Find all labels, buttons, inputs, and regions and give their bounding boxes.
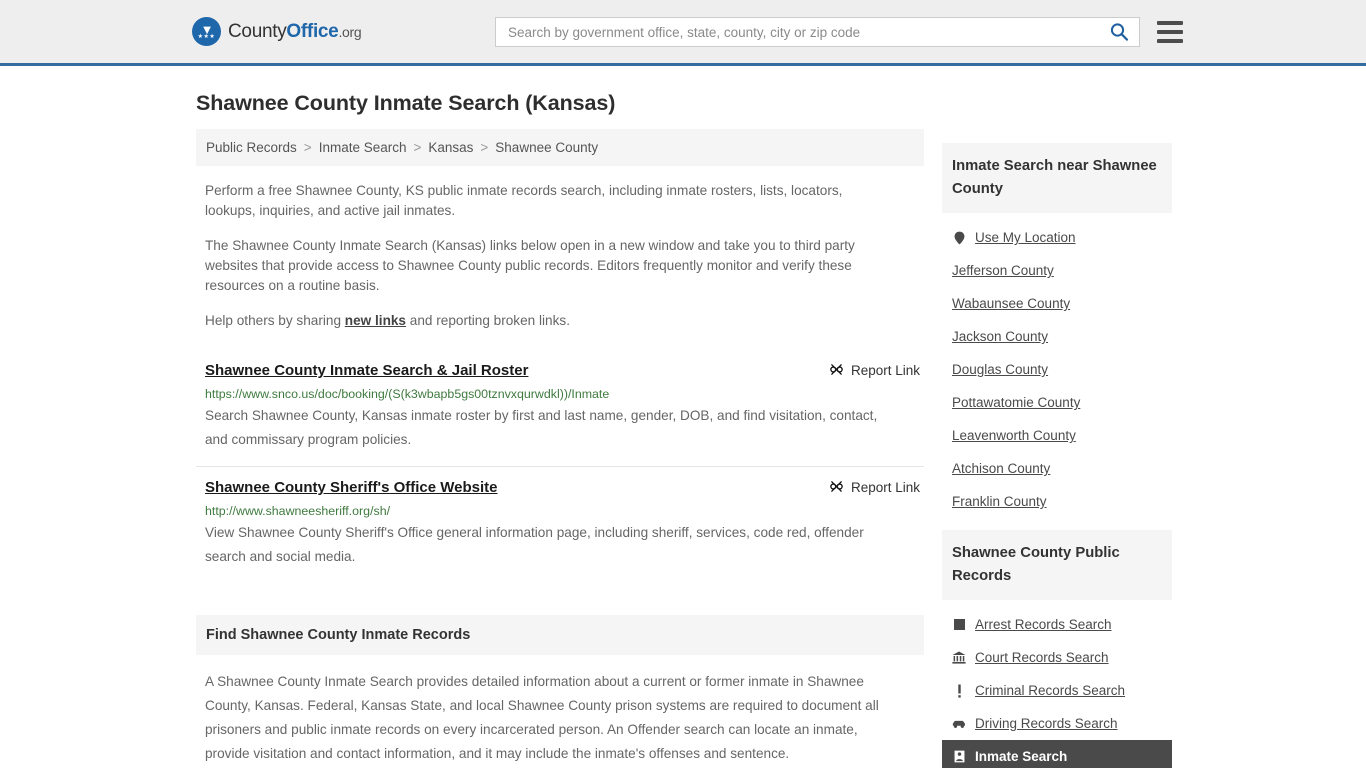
sidebar-item-label: Douglas County <box>952 362 1049 377</box>
exclamation-icon <box>952 684 966 698</box>
site-header: ▼ ★★★ CountyOffice.org <box>0 0 1366 66</box>
sidebar-item-label: Jackson County <box>952 329 1049 344</box>
intro-paragraph-3: Help others by sharing new links and rep… <box>205 311 877 331</box>
sidebar-item-label: Court Records Search <box>975 650 1109 665</box>
sidebar-item-label: Wabaunsee County <box>952 296 1071 311</box>
sidebar-item-pottawatomie-county[interactable]: Pottawatomie County <box>942 386 1172 419</box>
public-records-list: Arrest Records Search Court Records Sear… <box>942 600 1172 768</box>
result-header: Shawnee County Sheriff's Office Website … <box>205 479 924 496</box>
inmate-search-near-card: Inmate Search near Shawnee County Use My… <box>942 143 1172 518</box>
car-icon <box>952 719 966 729</box>
logo-text-county: County <box>228 20 287 42</box>
new-links-link[interactable]: new links <box>345 313 406 328</box>
page-wrapper: Shawnee County Inmate Search (Kansas) Pu… <box>0 91 1366 768</box>
report-link-button[interactable]: Report Link <box>829 362 924 379</box>
find-records-body: A Shawnee County Inmate Search provides … <box>196 670 924 768</box>
sidebar-item-driving-records-search[interactable]: Driving Records Search <box>942 707 1172 740</box>
hamburger-bar <box>1157 21 1183 25</box>
sidebar-item-label: Jefferson County <box>952 263 1054 278</box>
sidebar-item-label: Atchison County <box>952 461 1051 476</box>
result-url: http://www.shawneesheriff.org/sh/ <box>205 504 391 518</box>
sidebar-item-franklin-county[interactable]: Franklin County <box>942 485 1172 518</box>
intro-paragraph-2: The Shawnee County Inmate Search (Kansas… <box>205 238 855 293</box>
breadcrumb: Public Records > Inmate Search > Kansas … <box>196 129 924 166</box>
sidebar-item-label: Criminal Records Search <box>975 683 1126 698</box>
result-header: Shawnee County Inmate Search & Jail Rost… <box>205 362 924 379</box>
sidebar-item-label: Driving Records Search <box>975 716 1118 731</box>
card-heading-near: Inmate Search near Shawnee County <box>942 143 1172 213</box>
share-text-after: and reporting broken links. <box>406 313 570 328</box>
result-description: Search Shawnee County, Kansas inmate ros… <box>205 408 878 447</box>
sidebar-item-court-records-search[interactable]: Court Records Search <box>942 641 1172 674</box>
main-column: Public Records > Inmate Search > Kansas … <box>196 129 924 768</box>
hamburger-bar <box>1157 30 1183 34</box>
header-search-area <box>495 17 1183 47</box>
breadcrumb-item-public-records[interactable]: Public Records <box>206 140 297 155</box>
sidebar-item-label: Franklin County <box>952 494 1047 509</box>
breadcrumb-item-shawnee-county: Shawnee County <box>495 140 599 155</box>
find-records-paragraph: A Shawnee County Inmate Search provides … <box>205 674 879 761</box>
sidebar: Inmate Search near Shawnee County Use My… <box>942 143 1172 768</box>
search-button[interactable] <box>1103 22 1135 42</box>
share-text-before: Help others by sharing <box>205 313 345 328</box>
search-box[interactable] <box>495 17 1140 47</box>
breadcrumb-item-inmate-search[interactable]: Inmate Search <box>319 140 407 155</box>
sidebar-item-atchison-county[interactable]: Atchison County <box>942 452 1172 485</box>
search-icon <box>1110 23 1129 41</box>
map-pin-icon <box>952 231 966 245</box>
sidebar-item-label: Arrest Records Search <box>975 617 1112 632</box>
sidebar-item-use-my-location[interactable]: Use My Location <box>942 221 1172 254</box>
report-link-label: Report Link <box>850 480 920 495</box>
near-county-list: Use My Location Jefferson County Wabauns… <box>942 213 1172 518</box>
page-title: Shawnee County Inmate Search (Kansas) <box>196 91 616 115</box>
site-logo[interactable]: ▼ ★★★ CountyOffice.org <box>192 17 362 46</box>
hamburger-menu-icon[interactable] <box>1157 21 1183 43</box>
result-item: Shawnee County Sheriff's Office Website … <box>196 466 924 583</box>
sidebar-item-label: Use My Location <box>975 230 1076 245</box>
public-records-card: Shawnee County Public Records Arrest Rec… <box>942 530 1172 768</box>
sidebar-item-wabaunsee-county[interactable]: Wabaunsee County <box>942 287 1172 320</box>
logo-text-office: Office <box>286 20 339 42</box>
result-title-link[interactable]: Shawnee County Inmate Search & Jail Rost… <box>205 362 528 379</box>
hamburger-bar <box>1157 39 1183 43</box>
logo-text-org: .org <box>338 23 362 40</box>
sidebar-item-inmate-search[interactable]: Inmate Search <box>942 740 1172 768</box>
card-heading-public-records: Shawnee County Public Records <box>942 530 1172 600</box>
result-url: https://www.snco.us/doc/booking/(S(k3wba… <box>205 387 610 401</box>
result-description: View Shawnee County Sheriff's Office gen… <box>205 525 864 564</box>
report-link-button[interactable]: Report Link <box>829 479 924 496</box>
sidebar-item-criminal-records-search[interactable]: Criminal Records Search <box>942 674 1172 707</box>
find-records-heading: Find Shawnee County Inmate Records <box>196 615 924 655</box>
breadcrumb-separator: > <box>303 140 312 155</box>
inmate-icon <box>952 750 966 763</box>
sidebar-item-label: Leavenworth County <box>952 428 1076 443</box>
logo-text: CountyOffice.org <box>228 20 362 43</box>
breadcrumb-item-kansas[interactable]: Kansas <box>428 140 473 155</box>
sidebar-item-jackson-county[interactable]: Jackson County <box>942 320 1172 353</box>
content-row: Public Records > Inmate Search > Kansas … <box>196 129 1174 768</box>
results-list: Shawnee County Inmate Search & Jail Rost… <box>196 353 924 583</box>
result-item: Shawnee County Inmate Search & Jail Rost… <box>196 353 924 466</box>
result-title-link[interactable]: Shawnee County Sheriff's Office Website <box>205 479 498 496</box>
report-link-label: Report Link <box>850 363 920 378</box>
breadcrumb-separator: > <box>480 140 489 155</box>
sidebar-item-jefferson-county[interactable]: Jefferson County <box>942 254 1172 287</box>
sidebar-item-label: Pottawatomie County <box>952 395 1081 410</box>
sidebar-item-leavenworth-county[interactable]: Leavenworth County <box>942 419 1172 452</box>
search-input[interactable] <box>506 23 1103 41</box>
sidebar-item-label: Inmate Search <box>975 749 1068 764</box>
broken-link-icon <box>829 362 844 379</box>
broken-link-icon <box>829 479 844 496</box>
courthouse-icon <box>952 651 966 664</box>
sidebar-item-douglas-county[interactable]: Douglas County <box>942 353 1172 386</box>
breadcrumb-separator: > <box>413 140 422 155</box>
sidebar-item-arrest-records-search[interactable]: Arrest Records Search <box>942 608 1172 641</box>
eagle-seal-icon: ▼ ★★★ <box>192 17 221 46</box>
intro-paragraph-1: Perform a free Shawnee County, KS public… <box>205 183 843 218</box>
square-icon <box>952 619 966 630</box>
